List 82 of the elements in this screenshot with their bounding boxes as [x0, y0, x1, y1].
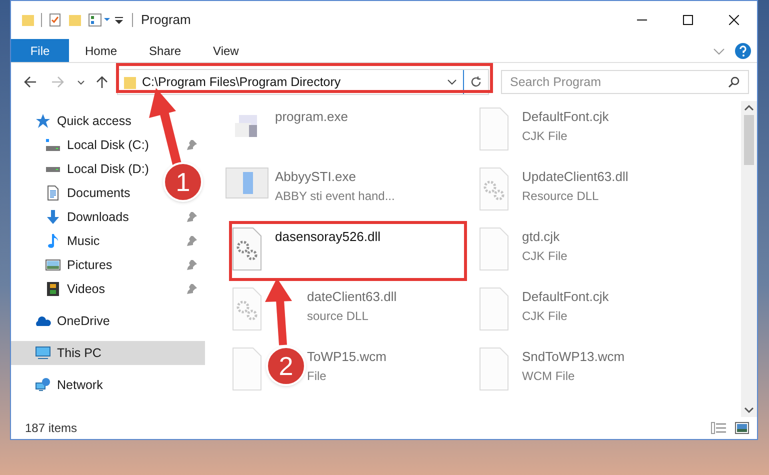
download-arrow-icon	[45, 209, 61, 225]
view-options-icon[interactable]	[88, 13, 112, 27]
scroll-down-icon[interactable]	[744, 405, 754, 415]
pin-icon[interactable]	[187, 140, 197, 150]
gear-file-icon	[478, 167, 510, 211]
folder-icon	[124, 76, 136, 88]
file-name: DefaultFont.cjk	[522, 108, 609, 126]
nav-item[interactable]: Quick access	[35, 112, 132, 130]
music-note-icon	[45, 233, 61, 249]
address-bar[interactable]: C:\Program Files\Program Directory	[117, 69, 489, 95]
pin-icon[interactable]	[187, 212, 197, 222]
file-type: File	[307, 368, 328, 384]
nav-item[interactable]: Downloads	[45, 208, 129, 226]
back-arrow-icon[interactable]	[23, 75, 37, 89]
application-icon	[225, 167, 269, 199]
ribbon-tab[interactable]: Share	[133, 39, 198, 62]
nav-item[interactable]: Videos	[45, 280, 105, 298]
drive-icon	[45, 137, 61, 153]
search-icon	[728, 76, 740, 88]
file-name: DefaultFont.cjk	[522, 288, 609, 306]
file-name: AbbyySTI.exe	[275, 168, 357, 186]
drive-icon	[45, 166, 61, 172]
nav-item[interactable]: Local Disk (C:)	[45, 136, 149, 154]
blank-file-icon	[478, 107, 510, 151]
search-field[interactable]: Search Program	[501, 70, 749, 94]
file-name: SndToWP13.wcm	[522, 348, 625, 366]
file-type: source DLL	[307, 308, 370, 324]
chevron-down-icon[interactable]	[447, 77, 457, 87]
callout-arrow	[265, 278, 292, 346]
search-input[interactable]: Search Program	[510, 72, 728, 92]
details-view-icon[interactable]	[711, 422, 727, 434]
scroll-thumb[interactable]	[744, 115, 754, 165]
nav-item[interactable]: Network	[35, 376, 103, 394]
pin-icon[interactable]	[187, 260, 197, 270]
maximize-icon	[683, 15, 693, 25]
help-icon[interactable]	[735, 42, 751, 58]
blank-file-icon	[478, 287, 510, 331]
file-name: ToWP15.wcm	[307, 348, 386, 366]
file-type: Resource DLL	[522, 188, 600, 204]
file-name: gtd.cjk	[522, 228, 561, 246]
file-name: UpdateClient63.dll	[522, 168, 628, 186]
file-type: CJK File	[522, 308, 568, 324]
picture-icon	[45, 257, 61, 273]
chevron-down-icon[interactable]	[77, 78, 85, 86]
network-icon	[35, 377, 51, 393]
file-type: ABBY sti event hand...	[275, 188, 395, 204]
pin-icon[interactable]	[187, 236, 197, 246]
nav-item[interactable]: This PC	[35, 344, 102, 362]
ribbon-tab[interactable]: Home	[69, 39, 134, 62]
monitor-icon	[35, 345, 51, 361]
window-title: Program	[141, 11, 191, 30]
file-type: CJK File	[522, 128, 568, 144]
gear-file-icon	[231, 287, 263, 331]
file-name: program.exe	[275, 108, 348, 126]
nav-item[interactable]: Music	[45, 232, 100, 250]
refresh-icon[interactable]	[470, 76, 482, 88]
scrollbar[interactable]	[741, 101, 757, 417]
pin-icon[interactable]	[187, 284, 197, 294]
close-icon	[729, 15, 739, 25]
nav-item[interactable]: Local Disk (D:)	[45, 160, 149, 178]
ribbon-tab[interactable]: View	[197, 39, 255, 62]
blank-file-icon	[478, 227, 510, 271]
file-name: dateClient63.dll	[307, 288, 397, 306]
file-name: dasensoray526.dll	[275, 228, 381, 246]
file-type: CJK File	[522, 248, 568, 264]
blank-file-icon	[231, 347, 263, 391]
star-icon	[35, 113, 51, 129]
nav-item[interactable]: Pictures	[45, 256, 112, 274]
thumbnail-view-icon[interactable]	[735, 422, 749, 434]
nav-item[interactable]: Documents	[45, 184, 130, 202]
customize-toolbar-icon[interactable]	[114, 15, 124, 25]
document-icon	[45, 185, 61, 201]
item-count: 187 items	[25, 420, 78, 437]
film-icon	[45, 281, 61, 297]
blank-file-icon	[478, 347, 510, 391]
gear-file-icon	[231, 227, 263, 271]
properties-icon[interactable]	[48, 13, 62, 27]
ribbon-tab[interactable]: File	[11, 39, 69, 62]
up-arrow-icon[interactable]	[95, 75, 109, 89]
file-type: WCM File	[522, 368, 576, 384]
scroll-up-icon[interactable]	[744, 103, 754, 113]
nav-item[interactable]: OneDrive	[35, 312, 110, 330]
